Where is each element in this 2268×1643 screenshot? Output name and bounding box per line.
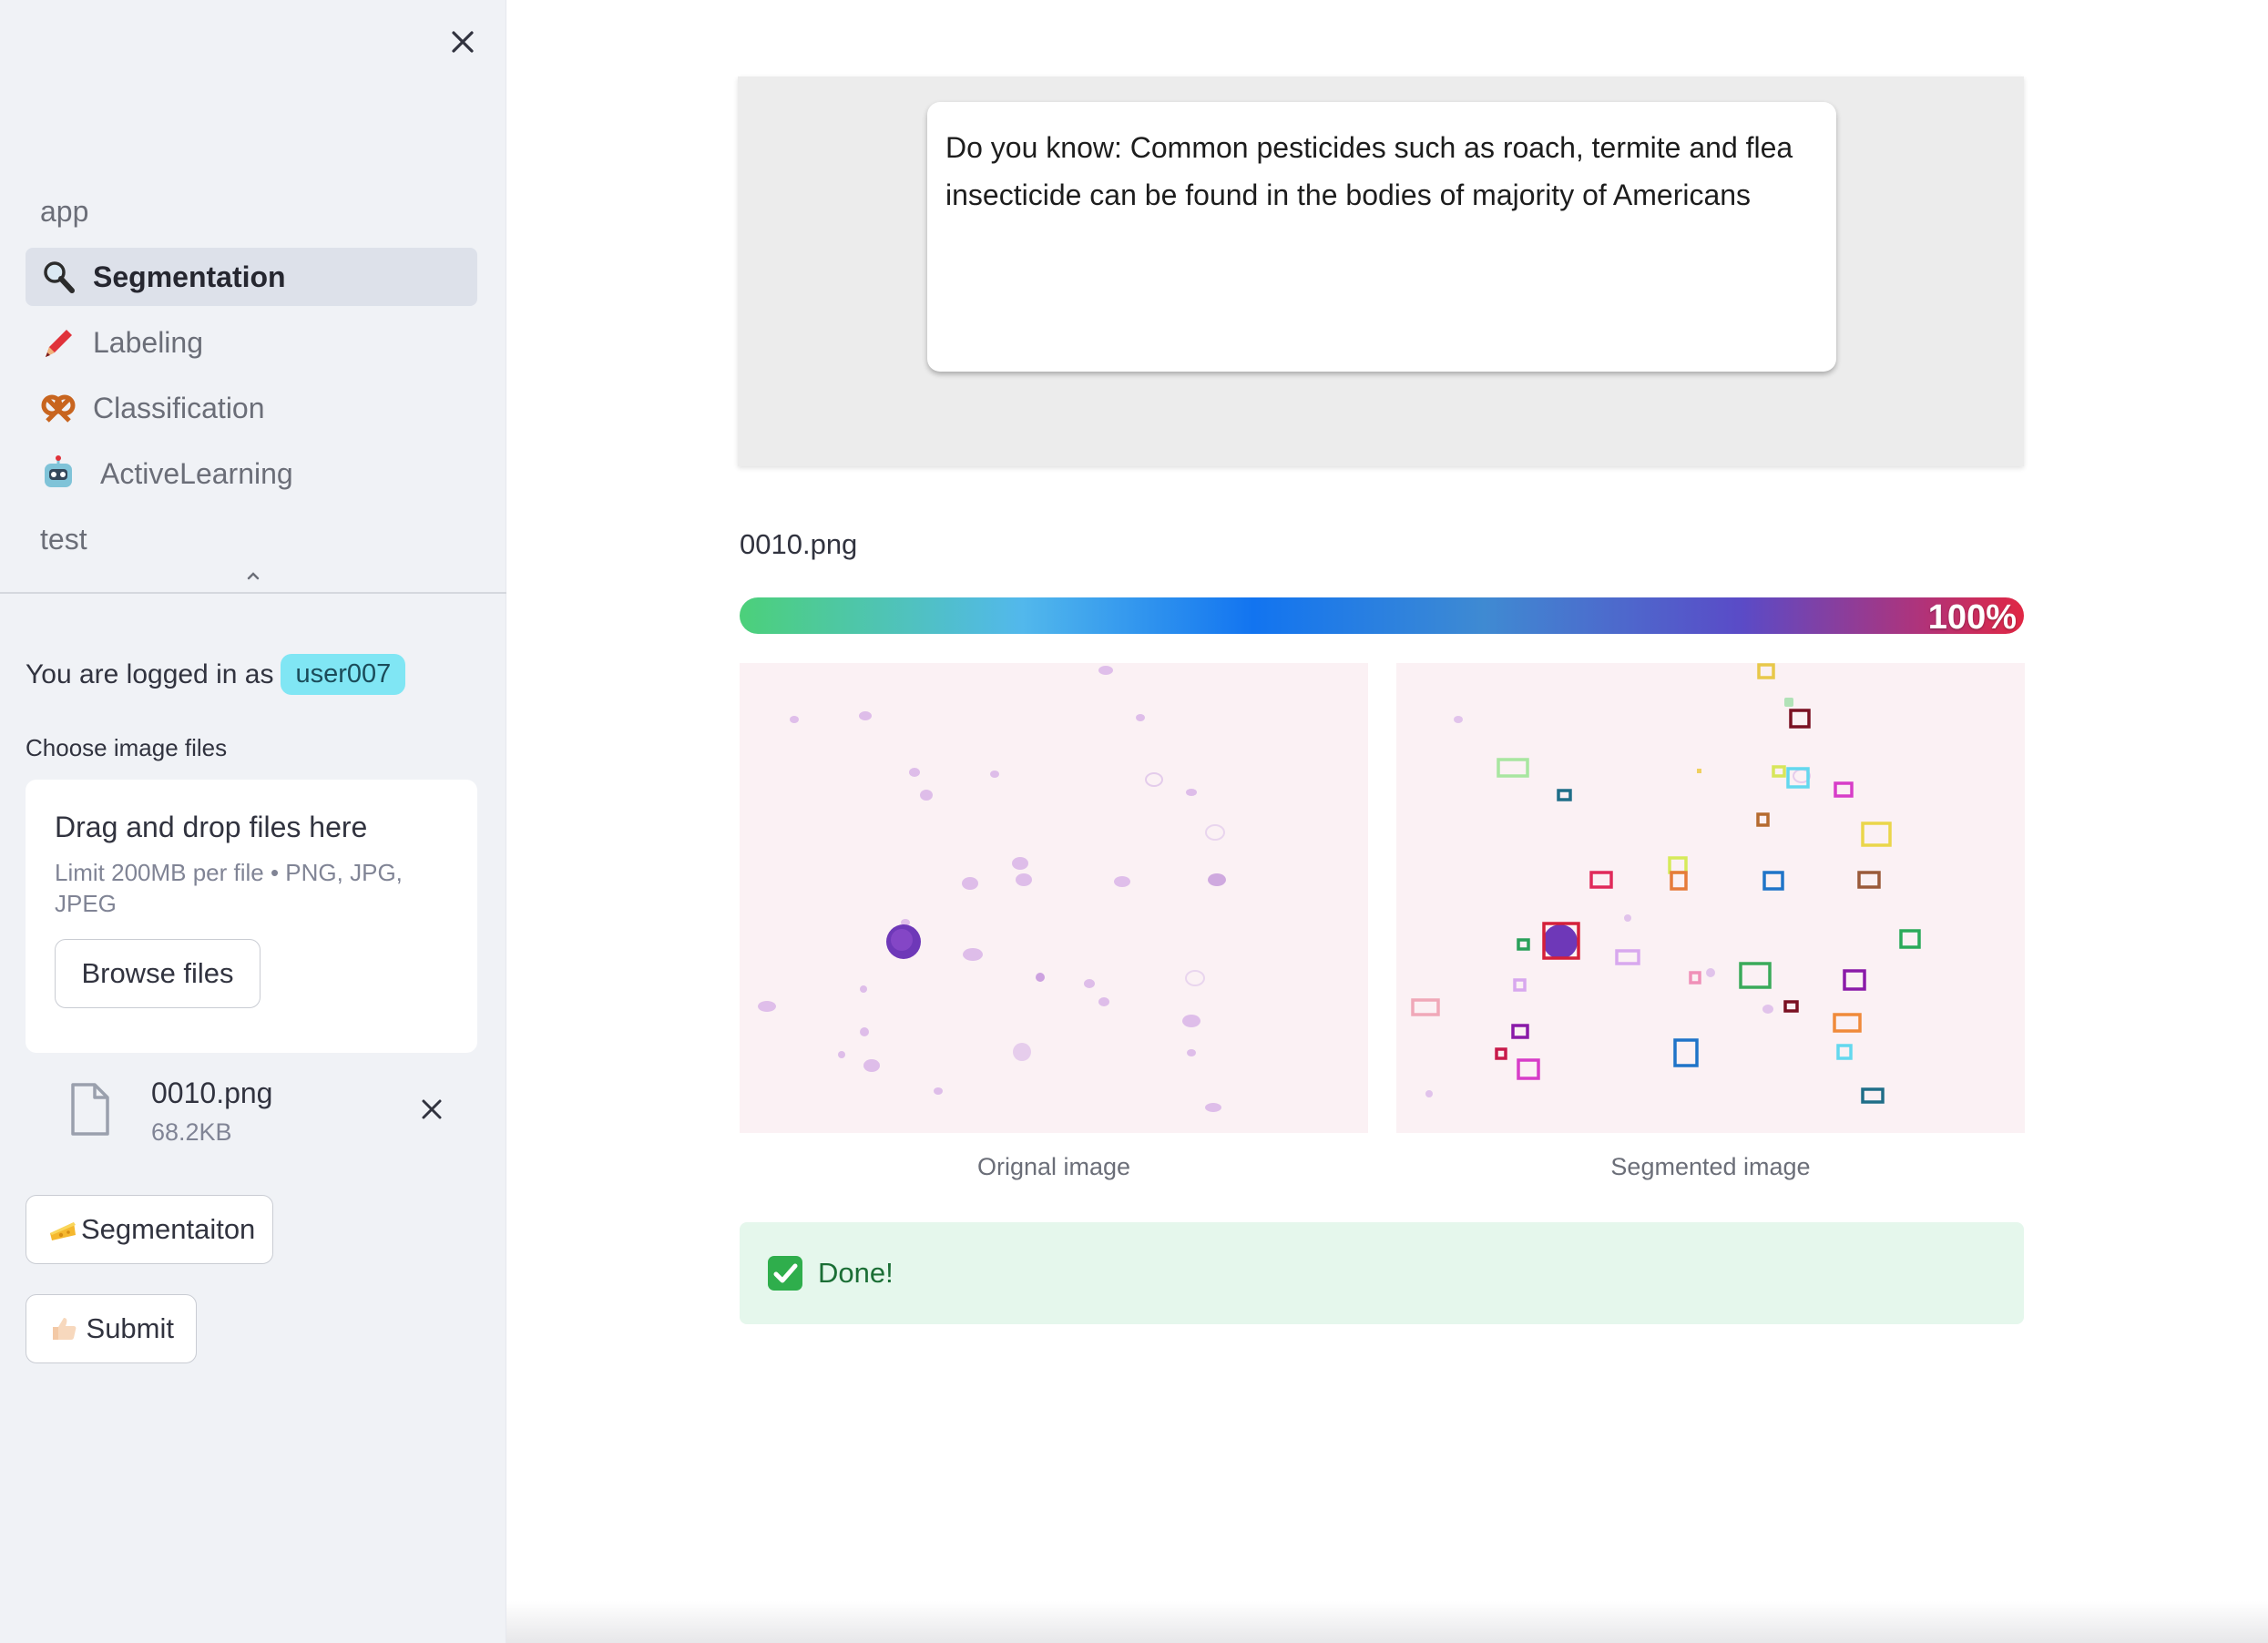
fact-card: Do you know: Common pesticides such as r… xyxy=(927,102,1836,372)
original-image-caption: Orignal image xyxy=(976,1153,1131,1180)
magnifier-icon xyxy=(40,259,77,295)
nav-item-app[interactable]: app xyxy=(26,182,477,240)
close-icon[interactable] xyxy=(446,26,479,58)
submit-button-label: Submit xyxy=(86,1312,174,1344)
submit-button[interactable]: Submit xyxy=(26,1294,197,1363)
success-message: Done! xyxy=(818,1257,894,1289)
image-filename: 0010.png xyxy=(740,528,858,560)
segmented-image-art xyxy=(1396,663,2025,1133)
file-name: 0010.png xyxy=(151,1077,273,1109)
remove-file-icon[interactable] xyxy=(415,1093,448,1126)
crayon-icon xyxy=(40,324,77,361)
chevron-up-icon[interactable] xyxy=(242,565,264,587)
username-badge: user007 xyxy=(281,654,406,695)
original-image-art xyxy=(740,663,1368,1133)
file-size: 68.2KB xyxy=(151,1118,232,1146)
uploaded-file: 0010.png 68.2KB xyxy=(26,1071,477,1155)
sidebar: app Segmentation Labeling Classification… xyxy=(0,0,506,1643)
uploader-label: Choose image files xyxy=(26,734,228,761)
robot-icon xyxy=(40,455,77,492)
dropzone-title: Drag and drop files here xyxy=(55,811,368,843)
login-prefix: You are logged in as xyxy=(26,658,274,689)
segmentation-button-label: Segmentaiton xyxy=(81,1213,256,1245)
progress-fill xyxy=(740,597,2024,634)
nav-item-label: Segmentation xyxy=(93,260,286,293)
segmented-image xyxy=(1396,663,2025,1133)
file-icon xyxy=(71,1083,109,1136)
footer-shade xyxy=(506,1601,2268,1643)
dropzone-limit: Limit 200MB per file • PNG, JPG, JPEG xyxy=(55,859,403,917)
nav-item-label: Classification xyxy=(93,391,265,424)
segmented-image-caption: Segmented image xyxy=(1610,1153,1811,1180)
nav-item-classification[interactable]: Classification xyxy=(26,379,477,437)
cheese-icon xyxy=(48,1214,77,1245)
nav-item-test[interactable]: test xyxy=(26,510,477,568)
file-dropzone[interactable]: Drag and drop files here Limit 200MB per… xyxy=(26,780,477,1053)
nav-item-label: Labeling xyxy=(93,325,203,359)
nav-item-activelearning[interactable]: ActiveLearning xyxy=(26,444,477,503)
original-image xyxy=(740,663,1368,1133)
fact-panel: Do you know: Common pesticides such as r… xyxy=(738,77,2024,466)
browse-files-button[interactable]: Browse files xyxy=(55,939,261,1008)
nav-item-labeling[interactable]: Labeling xyxy=(26,313,477,372)
login-status: You are logged in as user007 xyxy=(26,654,406,695)
success-alert: Done! xyxy=(740,1222,2024,1324)
progress-bar: 100% xyxy=(740,597,2024,634)
nav-item-label: ActiveLearning xyxy=(100,456,293,490)
progress-label: 100% xyxy=(1927,598,2017,634)
nav-item-label: test xyxy=(40,522,87,556)
nav-item-segmentation[interactable]: Segmentation xyxy=(26,248,477,306)
sidebar-divider xyxy=(0,592,506,594)
nav-item-label: app xyxy=(40,194,89,228)
page-nav: app Segmentation Labeling Classification… xyxy=(26,182,477,576)
check-mark-icon xyxy=(768,1256,802,1291)
pretzel-icon xyxy=(40,390,77,426)
segmentation-button[interactable]: Segmentaiton xyxy=(26,1195,273,1264)
thumbs-up-icon xyxy=(48,1313,79,1344)
